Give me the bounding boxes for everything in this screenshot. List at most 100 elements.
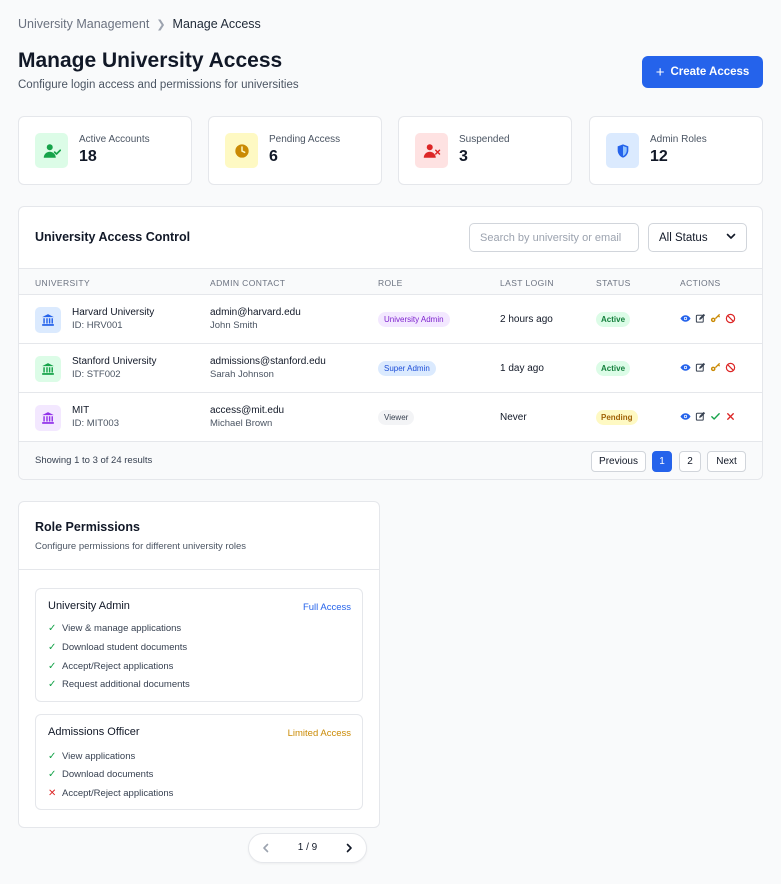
breadcrumb-current: Manage Access bbox=[172, 17, 261, 31]
next-page-button[interactable]: Next bbox=[707, 451, 746, 472]
contact-name: John Smith bbox=[210, 320, 258, 331]
page-subtitle: Configure login access and permissions f… bbox=[18, 79, 299, 91]
panel-title: University Access Control bbox=[35, 230, 191, 244]
university-icon bbox=[35, 307, 61, 333]
permission-item: ✕ Accept/Reject applications bbox=[48, 788, 173, 799]
role-name: Admissions Officer bbox=[48, 726, 140, 738]
role-badge: Viewer bbox=[378, 410, 415, 425]
check-icon: ✓ bbox=[48, 642, 57, 653]
contact-email: admin@harvard.edu bbox=[210, 307, 301, 318]
contact-email: admissions@stanford.edu bbox=[210, 356, 326, 367]
university-id: ID: HRV001 bbox=[72, 320, 123, 331]
contact-name: Sarah Johnson bbox=[210, 369, 274, 380]
page-1-button[interactable]: 1 bbox=[652, 451, 672, 472]
table-header: UNIVERSITY ADMIN CONTACT ROLE LAST LOGIN… bbox=[19, 268, 762, 295]
user-x-icon bbox=[415, 133, 448, 168]
chevron-down-icon bbox=[726, 231, 736, 244]
stat-value: 12 bbox=[650, 148, 668, 165]
column-header: UNIVERSITY bbox=[35, 278, 91, 288]
edit-icon[interactable] bbox=[695, 411, 706, 422]
page-navigator: 1 / 9 bbox=[248, 833, 367, 863]
stat-label: Pending Access bbox=[269, 134, 341, 145]
stat-value: 3 bbox=[459, 148, 468, 165]
last-login: 1 day ago bbox=[500, 363, 544, 374]
permission-text: Download documents bbox=[62, 769, 154, 780]
create-access-button[interactable]: + Create Access bbox=[642, 56, 763, 88]
ban-icon[interactable] bbox=[725, 313, 736, 324]
university-icon bbox=[35, 356, 61, 382]
status-filter-select[interactable]: All Status bbox=[648, 223, 747, 252]
status-badge: Pending bbox=[596, 410, 638, 425]
column-header: STATUS bbox=[596, 278, 631, 288]
university-name: Harvard University bbox=[72, 307, 155, 318]
stat-card-pending-access: Pending Access 6 bbox=[208, 116, 382, 185]
permission-item: ✓ Download student documents bbox=[48, 642, 187, 653]
check-icon: ✓ bbox=[48, 623, 57, 634]
search-input[interactable] bbox=[469, 223, 639, 252]
row-actions bbox=[680, 362, 736, 373]
key-icon[interactable] bbox=[710, 313, 721, 324]
role-badge: University Admin bbox=[378, 312, 450, 327]
stat-label: Active Accounts bbox=[79, 134, 150, 145]
column-header: ADMIN CONTACT bbox=[210, 278, 286, 288]
last-login: Never bbox=[500, 412, 527, 423]
approve-check-icon[interactable] bbox=[710, 411, 721, 422]
last-login: 2 hours ago bbox=[500, 314, 553, 325]
permission-item: ✓ Download documents bbox=[48, 769, 153, 780]
role-permissions-panel: Role Permissions Configure permissions f… bbox=[18, 501, 380, 828]
status-badge: Active bbox=[596, 312, 631, 327]
university-id: ID: MIT003 bbox=[72, 418, 119, 429]
check-icon: ✓ bbox=[48, 679, 57, 690]
breadcrumb-parent-link[interactable]: University Management bbox=[18, 17, 149, 31]
table-row: MIT ID: MIT003 access@mit.edu Michael Br… bbox=[19, 393, 762, 442]
create-access-label: Create Access bbox=[670, 66, 750, 78]
ban-icon[interactable] bbox=[725, 362, 736, 373]
check-icon: ✓ bbox=[48, 751, 57, 762]
eye-icon[interactable] bbox=[680, 411, 691, 422]
stat-card-active-accounts: Active Accounts 18 bbox=[18, 116, 192, 185]
role-card-university-admin: University Admin Full Access ✓ View & ma… bbox=[35, 588, 363, 702]
role-badge: Super Admin bbox=[378, 361, 436, 376]
stat-card-admin-roles: Admin Roles 12 bbox=[589, 116, 763, 185]
table-row: Stanford University ID: STF002 admission… bbox=[19, 344, 762, 393]
chevron-right-icon[interactable] bbox=[342, 841, 356, 855]
university-name: Stanford University bbox=[72, 356, 157, 367]
permission-item: ✓ View applications bbox=[48, 751, 135, 762]
key-icon[interactable] bbox=[710, 362, 721, 373]
university-name: MIT bbox=[72, 405, 90, 416]
stat-label: Admin Roles bbox=[650, 134, 707, 145]
university-id: ID: STF002 bbox=[72, 369, 121, 380]
stat-label: Suspended bbox=[459, 134, 510, 145]
breadcrumb: University Management ❯ Manage Access bbox=[18, 17, 261, 31]
permission-item: ✓ Accept/Reject applications bbox=[48, 661, 173, 672]
table-footer: Showing 1 to 3 of 24 results Previous 1 … bbox=[19, 442, 762, 479]
edit-icon[interactable] bbox=[695, 313, 706, 324]
eye-icon[interactable] bbox=[680, 313, 691, 324]
access-level-link[interactable]: Full Access bbox=[303, 602, 351, 613]
page-2-button[interactable]: 2 bbox=[679, 451, 701, 472]
stat-value: 18 bbox=[79, 148, 97, 165]
contact-name: Michael Brown bbox=[210, 418, 273, 429]
column-header: ACTIONS bbox=[680, 278, 721, 288]
column-header: ROLE bbox=[378, 278, 403, 288]
reject-x-icon[interactable] bbox=[725, 411, 736, 422]
access-level-link[interactable]: Limited Access bbox=[288, 728, 351, 739]
permission-text: View applications bbox=[62, 751, 136, 762]
role-card-admissions-officer: Admissions Officer Limited Access ✓ View… bbox=[35, 714, 363, 810]
previous-page-button[interactable]: Previous bbox=[591, 451, 646, 472]
permission-text: Accept/Reject applications bbox=[62, 788, 174, 799]
permission-text: Request additional documents bbox=[62, 679, 190, 690]
eye-icon[interactable] bbox=[680, 362, 691, 373]
permissions-subtitle: Configure permissions for different univ… bbox=[35, 541, 247, 552]
row-actions bbox=[680, 313, 736, 324]
user-check-icon bbox=[35, 133, 68, 168]
check-icon: ✓ bbox=[48, 769, 57, 780]
edit-icon[interactable] bbox=[695, 362, 706, 373]
role-name: University Admin bbox=[48, 600, 130, 612]
clock-icon bbox=[225, 133, 258, 168]
results-summary: Showing 1 to 3 of 24 results bbox=[35, 455, 153, 466]
table-row: Harvard University ID: HRV001 admin@harv… bbox=[19, 295, 762, 344]
permission-item: ✓ View & manage applications bbox=[48, 623, 181, 634]
status-filter-value: All Status bbox=[659, 231, 708, 244]
check-icon: ✓ bbox=[48, 661, 57, 672]
